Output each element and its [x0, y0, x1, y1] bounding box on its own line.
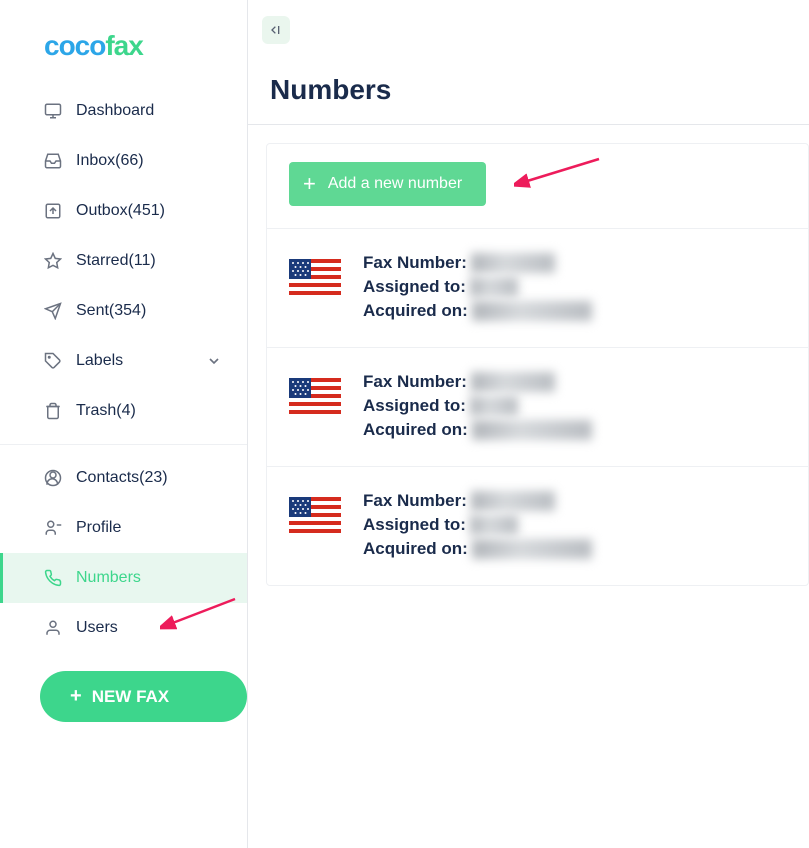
- sidebar-item-label: Starred(11): [76, 252, 156, 270]
- sidebar-item-dashboard[interactable]: Dashboard: [0, 86, 247, 136]
- fax-number-label: Fax Number:: [363, 491, 467, 511]
- sidebar-item-label: Contacts(23): [76, 469, 168, 487]
- number-row: Fax Number: ███████ Assigned to: ████ Ac…: [267, 466, 808, 585]
- assigned-to-label: Assigned to:: [363, 515, 466, 535]
- send-icon: [44, 302, 62, 320]
- add-new-number-button[interactable]: + Add a new number: [289, 162, 486, 206]
- fax-number-label: Fax Number:: [363, 372, 467, 392]
- sidebar: cocofax Dashboard Inbox(66) Outbox(451) …: [0, 0, 248, 848]
- acquired-on-value: ██████████: [472, 420, 592, 440]
- acquired-on-label: Acquired on:: [363, 420, 468, 440]
- sidebar-item-inbox[interactable]: Inbox(66): [0, 136, 247, 186]
- acquired-on-label: Acquired on:: [363, 301, 468, 321]
- flag-icon-us: [289, 497, 341, 533]
- sidebar-item-contacts[interactable]: Contacts(23): [0, 453, 247, 503]
- main-content: Numbers + Add a new number Fax Number: █…: [248, 0, 809, 848]
- chevron-down-icon: [205, 352, 223, 370]
- acquired-on-label: Acquired on:: [363, 539, 468, 559]
- inbox-icon: [44, 152, 62, 170]
- collapse-sidebar-button[interactable]: [262, 16, 290, 44]
- fax-number-value: ███████: [471, 372, 555, 392]
- sidebar-item-label: Users: [76, 619, 118, 637]
- assigned-to-label: Assigned to:: [363, 277, 466, 297]
- star-icon: [44, 252, 62, 270]
- sidebar-item-outbox[interactable]: Outbox(451): [0, 186, 247, 236]
- flag-icon-us: [289, 259, 341, 295]
- fax-number-value: ███████: [471, 253, 555, 273]
- acquired-on-value: ██████████: [472, 539, 592, 559]
- fax-number-label: Fax Number:: [363, 253, 467, 273]
- main-nav: Dashboard Inbox(66) Outbox(451) Starred(…: [0, 72, 247, 653]
- sidebar-item-label: Inbox(66): [76, 152, 144, 170]
- sidebar-item-label: Labels: [76, 352, 123, 370]
- brand-logo: cocofax: [0, 0, 247, 72]
- sidebar-item-starred[interactable]: Starred(11): [0, 236, 247, 286]
- sidebar-item-label: Dashboard: [76, 102, 154, 120]
- sidebar-item-users[interactable]: Users: [0, 603, 247, 653]
- number-row: Fax Number: ███████ Assigned to: ████ Ac…: [267, 347, 808, 466]
- number-row: Fax Number: ███████ Assigned to: ████ Ac…: [267, 228, 808, 347]
- assigned-to-value: ████: [470, 396, 518, 416]
- phone-icon: [44, 569, 62, 587]
- flag-icon-us: [289, 378, 341, 414]
- sidebar-item-sent[interactable]: Sent(354): [0, 286, 247, 336]
- new-fax-button[interactable]: + NEW FAX: [40, 671, 247, 722]
- plus-icon: +: [70, 685, 82, 708]
- sidebar-item-trash[interactable]: Trash(4): [0, 386, 247, 436]
- sidebar-item-label: Profile: [76, 519, 121, 537]
- assigned-to-value: ████: [470, 515, 518, 535]
- numbers-card: + Add a new number Fax Number: ███████ A…: [266, 143, 809, 586]
- users-icon: [44, 619, 62, 637]
- assigned-to-label: Assigned to:: [363, 396, 466, 416]
- sidebar-item-label: Sent(354): [76, 302, 146, 320]
- fax-number-value: ███████: [471, 491, 555, 511]
- sidebar-item-numbers[interactable]: Numbers: [0, 553, 247, 603]
- assigned-to-value: ████: [470, 277, 518, 297]
- monitor-icon: [44, 102, 62, 120]
- plus-icon: +: [303, 173, 316, 195]
- trash-icon: [44, 402, 62, 420]
- sidebar-item-labels[interactable]: Labels: [0, 336, 247, 386]
- page-title: Numbers: [248, 50, 809, 125]
- sidebar-item-profile[interactable]: Profile: [0, 503, 247, 553]
- acquired-on-value: ██████████: [472, 301, 592, 321]
- outbox-icon: [44, 202, 62, 220]
- contacts-icon: [44, 469, 62, 487]
- sidebar-item-label: Numbers: [76, 569, 141, 587]
- sidebar-item-label: Outbox(451): [76, 202, 165, 220]
- profile-icon: [44, 519, 62, 537]
- tag-icon: [44, 352, 62, 370]
- sidebar-item-label: Trash(4): [76, 402, 136, 420]
